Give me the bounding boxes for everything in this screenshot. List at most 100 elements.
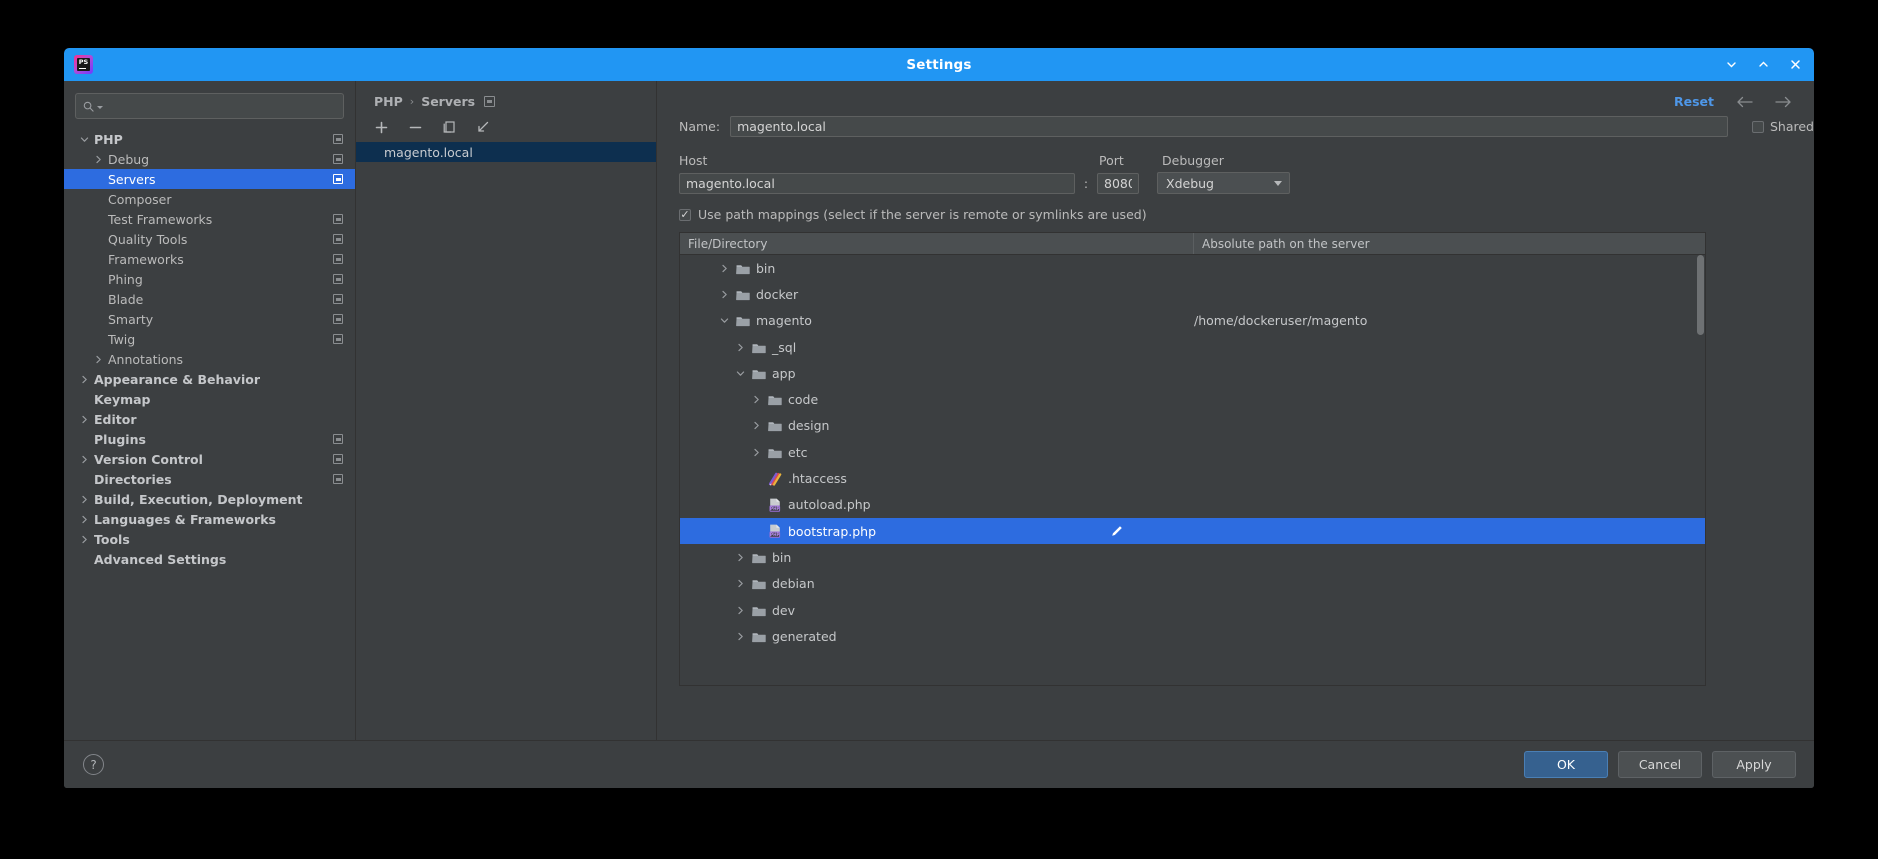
sidebar-item-annotations[interactable]: Annotations: [64, 349, 355, 369]
port-input[interactable]: [1097, 172, 1139, 194]
chevron-down-icon[interactable]: [718, 316, 730, 325]
sidebar-item-plugins[interactable]: Plugins: [64, 429, 355, 449]
breadcrumb-root[interactable]: PHP: [374, 94, 403, 109]
chevron-right-icon[interactable]: [78, 455, 91, 464]
sidebar-item-languages-frameworks[interactable]: Languages & Frameworks: [64, 509, 355, 529]
sidebar-item-advanced-settings[interactable]: Advanced Settings: [64, 549, 355, 569]
sidebar-item-twig[interactable]: Twig: [64, 329, 355, 349]
debugger-select[interactable]: Xdebug: [1157, 172, 1290, 194]
chevron-down-icon[interactable]: [1724, 58, 1738, 72]
sidebar-item-appearance-behavior[interactable]: Appearance & Behavior: [64, 369, 355, 389]
table-row[interactable]: dev: [680, 597, 1705, 623]
help-button[interactable]: ?: [83, 754, 104, 775]
chevron-right-icon[interactable]: [78, 375, 91, 384]
import-server-button[interactable]: [474, 118, 492, 136]
sidebar-item-build-execution-deployment[interactable]: Build, Execution, Deployment: [64, 489, 355, 509]
shared-checkbox[interactable]: [1751, 120, 1764, 133]
chevron-right-icon[interactable]: [78, 515, 91, 524]
table-row[interactable]: generated: [680, 623, 1705, 649]
host-input[interactable]: [679, 172, 1075, 194]
table-row[interactable]: bin: [680, 544, 1705, 570]
table-row[interactable]: app: [680, 360, 1705, 386]
column-header-absolute-path[interactable]: Absolute path on the server: [1194, 233, 1705, 254]
chevron-right-icon[interactable]: [750, 395, 762, 404]
chevron-right-icon[interactable]: [78, 495, 91, 504]
sidebar-item-directories[interactable]: Directories: [64, 469, 355, 489]
collapse-box-icon[interactable]: [484, 96, 496, 107]
table-row[interactable]: debian: [680, 571, 1705, 597]
sidebar-item-php[interactable]: PHP: [64, 129, 355, 149]
ok-button[interactable]: OK: [1524, 751, 1608, 778]
file-name-label: generated: [772, 628, 837, 644]
table-row[interactable]: code: [680, 386, 1705, 412]
chevron-right-icon[interactable]: [92, 155, 105, 164]
chevron-right-icon[interactable]: [78, 535, 91, 544]
pencil-icon[interactable]: [1110, 524, 1124, 538]
sidebar-item-label: Build, Execution, Deployment: [94, 491, 303, 507]
sidebar-item-phing[interactable]: Phing: [64, 269, 355, 289]
arrow-left-icon[interactable]: [1736, 96, 1753, 108]
chevron-down-icon[interactable]: [78, 135, 91, 144]
table-row[interactable]: _sql: [680, 334, 1705, 360]
use-path-mappings-checkbox[interactable]: [679, 208, 691, 221]
chevron-down-icon[interactable]: [734, 369, 746, 378]
table-scrollbar[interactable]: [1697, 255, 1704, 683]
table-scrollbar-thumb[interactable]: [1697, 255, 1704, 335]
chevron-right-icon[interactable]: [718, 290, 730, 299]
search-box[interactable]: [75, 93, 344, 119]
file-name-label: debian: [772, 576, 815, 592]
chevron-right-icon[interactable]: [734, 632, 746, 641]
chevron-right-icon[interactable]: [734, 553, 746, 562]
chevron-right-icon[interactable]: [78, 415, 91, 424]
sidebar-item-composer[interactable]: Composer: [64, 189, 355, 209]
shared-checkbox-wrap[interactable]: Shared: [1751, 119, 1814, 134]
sidebar-item-tools[interactable]: Tools: [64, 529, 355, 549]
apply-button[interactable]: Apply: [1712, 751, 1796, 778]
sidebar-item-quality-tools[interactable]: Quality Tools: [64, 229, 355, 249]
remove-server-button[interactable]: [406, 118, 424, 136]
sidebar-item-test-frameworks[interactable]: Test Frameworks: [64, 209, 355, 229]
table-row[interactable]: magento/home/dockeruser/magento: [680, 308, 1705, 334]
php-file-icon: PHP: [768, 524, 782, 538]
table-row[interactable]: bin: [680, 255, 1705, 281]
add-server-button[interactable]: [372, 118, 390, 136]
table-row[interactable]: design: [680, 413, 1705, 439]
table-row[interactable]: docker: [680, 281, 1705, 307]
sidebar-item-blade[interactable]: Blade: [64, 289, 355, 309]
search-input[interactable]: [106, 98, 336, 114]
table-row[interactable]: etc: [680, 439, 1705, 465]
sidebar-item-version-control[interactable]: Version Control: [64, 449, 355, 469]
table-row[interactable]: .htaccess: [680, 465, 1705, 491]
table-row[interactable]: PHP bootstrap.php: [680, 517, 1705, 545]
chevron-right-icon[interactable]: [734, 579, 746, 588]
chevron-up-icon[interactable]: [1756, 58, 1770, 72]
chevron-right-icon[interactable]: [718, 264, 730, 273]
chevron-right-icon[interactable]: [734, 343, 746, 352]
sidebar-item-editor[interactable]: Editor: [64, 409, 355, 429]
path-mapping-checkbox-row[interactable]: Use path mappings (select if the server …: [657, 194, 1814, 222]
name-input[interactable]: [730, 116, 1728, 137]
sidebar-item-smarty[interactable]: Smarty: [64, 309, 355, 329]
search-dropdown-caret-icon[interactable]: [97, 106, 103, 109]
copy-server-button[interactable]: [440, 118, 458, 136]
settings-sidebar: PHP Debug Servers Composer Test Frameworks Qu…: [64, 81, 356, 741]
close-icon[interactable]: [1788, 58, 1802, 72]
table-cell-absolute-path[interactable]: /home/dockeruser/magento: [1194, 313, 1705, 328]
chevron-right-icon[interactable]: [750, 421, 762, 430]
sidebar-item-servers[interactable]: Servers: [64, 169, 355, 189]
table-cell-file-directory: dev: [680, 603, 1194, 618]
chevron-right-icon[interactable]: [92, 355, 105, 364]
server-list-item[interactable]: magento.local: [356, 142, 656, 162]
chevron-right-icon[interactable]: [750, 448, 762, 457]
column-header-file-directory[interactable]: File/Directory: [680, 233, 1194, 254]
arrow-right-icon[interactable]: [1775, 96, 1792, 108]
reset-link[interactable]: Reset: [1674, 94, 1714, 109]
sidebar-item-keymap[interactable]: Keymap: [64, 389, 355, 409]
sidebar-item-frameworks[interactable]: Frameworks: [64, 249, 355, 269]
servers-toolbar: [356, 109, 656, 136]
chevron-right-icon[interactable]: [734, 606, 746, 615]
cancel-button[interactable]: Cancel: [1618, 751, 1702, 778]
table-row[interactable]: PHP autoload.php: [680, 492, 1705, 518]
table-cell-file-directory: PHP autoload.php: [680, 497, 1194, 512]
sidebar-item-debug[interactable]: Debug: [64, 149, 355, 169]
